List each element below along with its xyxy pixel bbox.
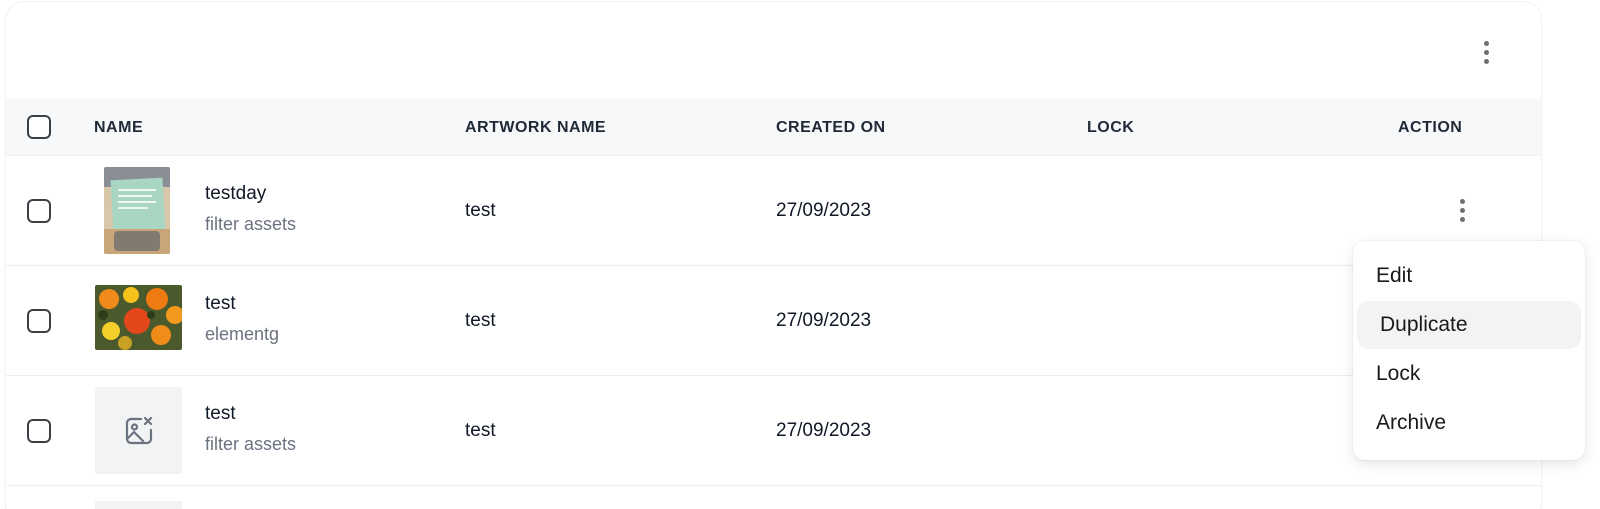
asset-name-cell: test elementg bbox=[205, 292, 279, 346]
asset-name-cell: testday filter assets bbox=[205, 182, 296, 236]
asset-thumbnail-placeholder[interactable] bbox=[95, 387, 182, 474]
created-on-cell: 27/09/2023 bbox=[776, 420, 872, 441]
row-action-button[interactable] bbox=[1448, 190, 1476, 230]
asset-name[interactable]: test bbox=[205, 402, 296, 426]
asset-name[interactable]: test bbox=[205, 292, 279, 316]
artwork-name-cell: test bbox=[465, 310, 496, 331]
table-header: NAME ARTWORK NAME CREATED ON LOCK ACTION bbox=[6, 99, 1541, 156]
row-checkbox[interactable] bbox=[27, 199, 51, 223]
asset-thumbnail[interactable] bbox=[104, 167, 170, 254]
menu-item-lock[interactable]: Lock bbox=[1357, 350, 1581, 398]
asset-subtitle: filter assets bbox=[205, 434, 297, 454]
assets-table-card: NAME ARTWORK NAME CREATED ON LOCK ACTION… bbox=[6, 2, 1541, 509]
menu-item-duplicate[interactable]: Duplicate bbox=[1357, 301, 1581, 349]
asset-subtitle: elementg bbox=[205, 324, 280, 344]
artwork-name-cell: test bbox=[465, 420, 496, 441]
asset-name-cell: test filter assets bbox=[205, 402, 296, 456]
asset-thumbnail-image bbox=[104, 167, 170, 254]
card-toolbar bbox=[6, 2, 1541, 99]
asset-thumbnail-placeholder[interactable] bbox=[95, 501, 182, 509]
asset-name[interactable]: testday bbox=[205, 182, 296, 206]
asset-subtitle: filter assets bbox=[205, 214, 297, 234]
table-row[interactable]: test elementg test 27/09/2023 bbox=[6, 266, 1541, 376]
column-header-created-on[interactable]: CREATED ON bbox=[776, 99, 886, 156]
select-all-checkbox[interactable] bbox=[27, 115, 51, 139]
menu-item-archive[interactable]: Archive bbox=[1357, 399, 1581, 447]
table-row[interactable]: test filter assets test 27/09/2023 bbox=[6, 376, 1541, 486]
row-checkbox[interactable] bbox=[27, 419, 51, 443]
created-on-cell: 27/09/2023 bbox=[776, 310, 872, 331]
column-header-lock[interactable]: LOCK bbox=[1087, 99, 1134, 156]
column-header-artwork-name[interactable]: ARTWORK NAME bbox=[465, 99, 606, 156]
asset-thumbnail[interactable] bbox=[95, 285, 182, 350]
asset-thumbnail-image bbox=[95, 285, 182, 350]
artwork-name-cell: test bbox=[465, 200, 496, 221]
column-header-action: ACTION bbox=[1398, 118, 1463, 136]
image-off-icon bbox=[125, 416, 152, 444]
row-checkbox[interactable] bbox=[27, 309, 51, 333]
menu-item-edit[interactable]: Edit bbox=[1357, 252, 1581, 300]
column-header-name[interactable]: NAME bbox=[94, 99, 143, 156]
table-row[interactable]: testday filter assets test 27/09/2023 bbox=[6, 156, 1541, 266]
more-vertical-icon bbox=[1483, 40, 1489, 46]
more-options-button[interactable] bbox=[1472, 32, 1500, 72]
row-action-menu: Edit Duplicate Lock Archive bbox=[1353, 241, 1585, 460]
more-vertical-icon bbox=[1459, 198, 1465, 204]
created-on-cell: 27/09/2023 bbox=[776, 200, 872, 221]
